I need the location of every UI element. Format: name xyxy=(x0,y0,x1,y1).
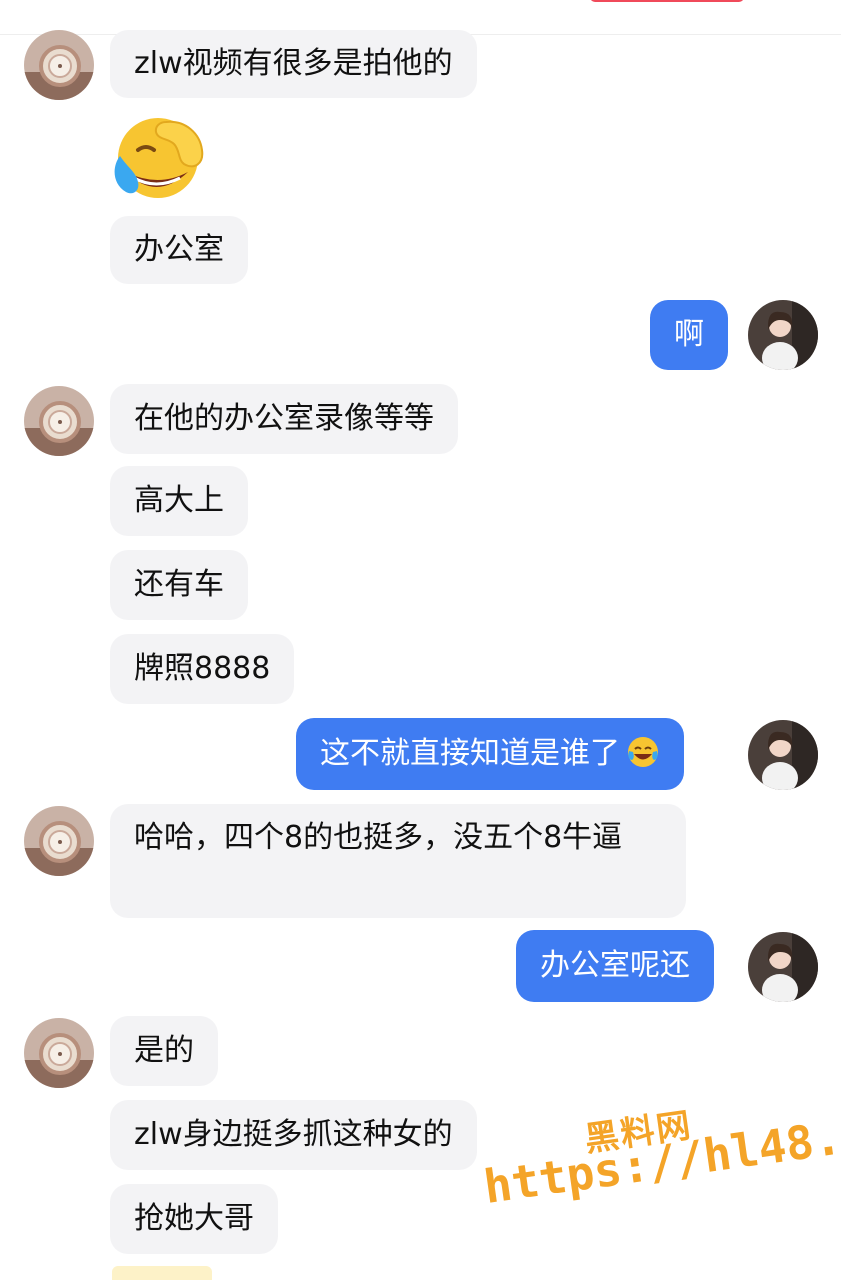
message-text: 抢她大哥 xyxy=(134,1201,254,1236)
message-bubble-received[interactable]: 高大上 xyxy=(110,466,248,536)
self-avatar[interactable] xyxy=(748,720,818,790)
watch-avatar-image xyxy=(24,1018,94,1088)
message-text: 牌照8888 xyxy=(134,651,271,686)
contact-avatar[interactable] xyxy=(24,30,94,100)
message-text: 在他的办公室录像等等 xyxy=(134,401,434,436)
self-avatar[interactable] xyxy=(748,932,818,1002)
message-text: zlw视频有很多是拍他的 xyxy=(134,46,453,81)
tears-of-joy-emoji-icon xyxy=(626,735,660,769)
message-text: 啊 xyxy=(674,317,704,352)
message-text: 办公室呢还 xyxy=(540,948,690,983)
message-bubble-received[interactable]: zlw视频有很多是拍他的 xyxy=(110,30,477,98)
message-text: 是的 xyxy=(134,1033,194,1068)
message-bubble-received[interactable]: zlw身边挺多抓这种女的 xyxy=(110,1100,477,1170)
message-text: zlw身边挺多抓这种女的 xyxy=(134,1117,453,1152)
message-bubble-received[interactable]: 在他的办公室录像等等 xyxy=(110,384,458,454)
message-text: 这不就直接知道是谁了 xyxy=(320,736,620,771)
woman-avatar-image xyxy=(748,932,818,1002)
message-bubble-received[interactable]: 还有车 xyxy=(110,550,248,620)
message-text: 高大上 xyxy=(134,483,224,518)
woman-avatar-image xyxy=(748,300,818,370)
watch-avatar-image xyxy=(24,386,94,456)
message-text: 哈哈，四个8的也挺多，没五个8牛逼 xyxy=(134,820,623,855)
contact-avatar[interactable] xyxy=(24,386,94,456)
laughing-crying-emoji-icon[interactable] xyxy=(108,110,208,202)
message-bubble-received[interactable]: 牌照8888 xyxy=(110,634,295,704)
watch-avatar-image xyxy=(24,806,94,876)
woman-avatar-image xyxy=(748,720,818,790)
watch-avatar-image xyxy=(24,30,94,100)
message-bubble-sent[interactable]: 啊 xyxy=(650,300,728,370)
contact-avatar[interactable] xyxy=(24,806,94,876)
message-bubble-sent[interactable]: 这不就直接知道是谁了 xyxy=(296,718,684,790)
message-bubble-received[interactable]: 抢她大哥 xyxy=(110,1184,278,1254)
message-bubble-sent[interactable]: 办公室呢还 xyxy=(516,930,714,1002)
next-message-stub xyxy=(112,1266,212,1280)
self-avatar[interactable] xyxy=(748,300,818,370)
message-text: 办公室 xyxy=(134,232,224,267)
top-action-button[interactable] xyxy=(590,0,744,2)
message-bubble-received[interactable]: 哈哈，四个8的也挺多，没五个8牛逼 xyxy=(110,804,686,918)
message-bubble-received[interactable]: 是的 xyxy=(110,1016,218,1086)
message-text: 还有车 xyxy=(134,567,224,602)
message-bubble-received[interactable]: 办公室 xyxy=(110,216,248,284)
contact-avatar[interactable] xyxy=(24,1018,94,1088)
